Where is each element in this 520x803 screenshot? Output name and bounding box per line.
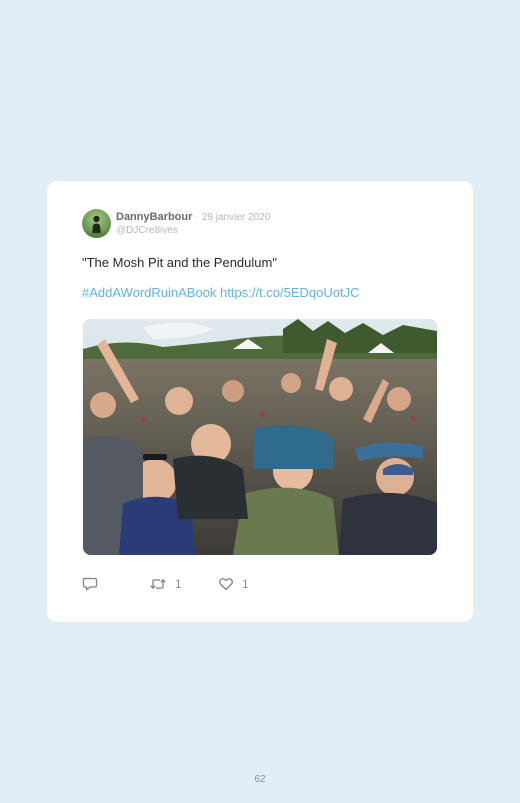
tweet-text: "The Mosh Pit and the Pendulum" xyxy=(82,255,277,270)
reply-action[interactable] xyxy=(82,575,98,593)
tweet-photo[interactable] xyxy=(83,319,437,555)
retweet-icon[interactable] xyxy=(149,576,167,592)
retweet-count: 1 xyxy=(175,577,182,591)
tweet-card: DannyBarbour · 29 janvier 2020 @DJCre8iv… xyxy=(47,181,473,622)
author-handle[interactable]: @DJCre8ives xyxy=(116,224,178,237)
heart-icon[interactable] xyxy=(218,576,234,592)
like-action[interactable]: 1 xyxy=(218,575,249,593)
like-count: 1 xyxy=(242,577,249,591)
separator: · xyxy=(195,212,199,223)
hashtag-link[interactable]: #AddAWordRuinABook xyxy=(82,285,216,300)
page-number: 62 xyxy=(254,774,266,785)
retweet-action[interactable]: 1 xyxy=(149,575,182,593)
crowd-photo-illustration xyxy=(83,319,437,555)
avatar[interactable] xyxy=(82,209,111,238)
author-line: DannyBarbour · 29 janvier 2020 xyxy=(116,210,270,225)
author-name[interactable]: DannyBarbour xyxy=(116,211,192,223)
tweet-actions: 1 1 xyxy=(82,575,382,593)
tweet-date[interactable]: 29 janvier 2020 xyxy=(202,212,270,223)
url-link[interactable]: https://t.co/5EDqoUotJC xyxy=(220,285,359,300)
tweet-links: #AddAWordRuinABook https://t.co/5EDqoUot… xyxy=(82,285,360,301)
reply-icon[interactable] xyxy=(82,576,98,592)
